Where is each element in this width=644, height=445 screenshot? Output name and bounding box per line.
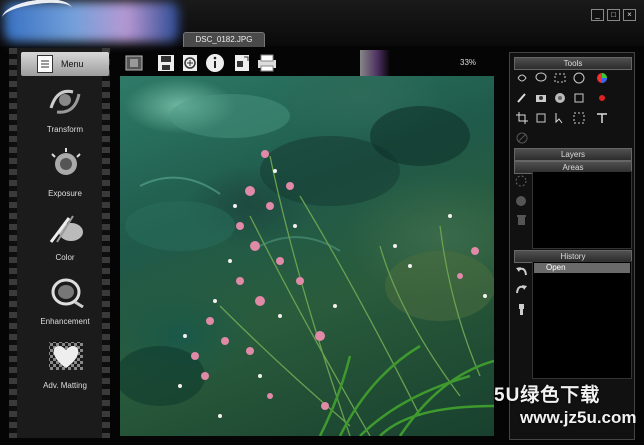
lasso-icon[interactable] [516,71,528,83]
sidebar-item-enhancement[interactable]: Enhancement [21,274,109,334]
print-icon[interactable] [256,53,276,73]
history-item-open[interactable]: Open [534,263,630,273]
undo-icon[interactable] [515,265,528,278]
layers-header: Layers [514,148,632,161]
text-icon[interactable] [596,111,608,123]
color-wheel-icon[interactable] [596,71,608,83]
close-button[interactable]: × [623,9,636,21]
toolbar [120,50,494,76]
crop-alt-icon[interactable] [535,111,547,123]
watermark-line1: 5U绿色下载 [494,385,601,406]
redo-icon[interactable] [515,283,528,296]
areas-list[interactable] [532,171,632,249]
menu-icon [37,55,53,73]
film-icon[interactable] [124,53,144,73]
sidebar-item-adv-matting[interactable]: Adv. Matting [21,338,109,398]
title-bar: DSC_0182.JPG _ □ × [0,0,644,47]
exposure-icon [47,148,85,180]
trash-icon[interactable] [515,213,528,226]
speech-icon[interactable] [535,71,547,83]
ellipse-select-icon[interactable] [573,71,585,84]
transform-icon [47,84,85,116]
sidebar-item-label: Enhancement [40,317,90,326]
zoom-level: 33% [460,58,477,67]
marquee-icon[interactable] [573,111,585,124]
film-strip-left [9,48,17,438]
watermark-line2: www.jz5u.com [520,408,637,427]
export-icon[interactable] [232,53,252,73]
sidebar-item-exposure[interactable]: Exposure [21,146,109,206]
crop-icon[interactable] [516,111,528,124]
pointer-icon[interactable] [554,111,566,124]
file-tab[interactable]: DSC_0182.JPG [183,32,265,47]
square-tool-icon[interactable] [573,91,585,103]
photo-content [120,94,494,436]
watermark: 5U绿色下载 www.jz5u.com [494,380,642,440]
sidebar-item-transform[interactable]: Transform [21,82,109,142]
stamp-icon[interactable] [554,91,566,103]
brush-icon[interactable] [516,91,528,103]
menu-button[interactable]: Menu [21,52,109,76]
sidebar-item-label: Color [55,253,75,262]
color-icon [47,212,85,244]
sidebar-item-label: Exposure [48,189,82,198]
info-icon[interactable] [205,53,225,73]
add-icon[interactable] [180,53,200,73]
image-canvas[interactable] [120,76,494,436]
new-area-icon[interactable] [515,175,528,188]
save-icon[interactable] [156,53,176,73]
left-sidebar: Menu Transform Exposure Color Enhancemen… [9,48,110,438]
sidebar-item-label: Transform [46,125,84,134]
redeye-icon[interactable] [596,91,608,103]
sidebar-item-label: Adv. Matting [43,381,87,390]
history-list[interactable]: Open [532,261,632,379]
enhancement-icon [47,276,85,309]
rect-select-icon[interactable] [554,71,566,83]
menu-label: Menu [61,59,84,69]
area-shape-icon[interactable] [515,195,528,208]
window-controls: _ □ × [591,9,636,21]
history-brush-icon[interactable] [515,303,528,316]
camera-icon[interactable] [535,91,547,103]
tools-header: Tools [514,57,632,70]
toolbar-gradient-decoration [360,50,390,76]
minimize-button[interactable]: _ [591,9,604,21]
disabled-icon [516,131,528,144]
maximize-button[interactable]: □ [607,9,620,21]
matting-icon [47,340,85,372]
sidebar-item-color[interactable]: Color [21,210,109,270]
